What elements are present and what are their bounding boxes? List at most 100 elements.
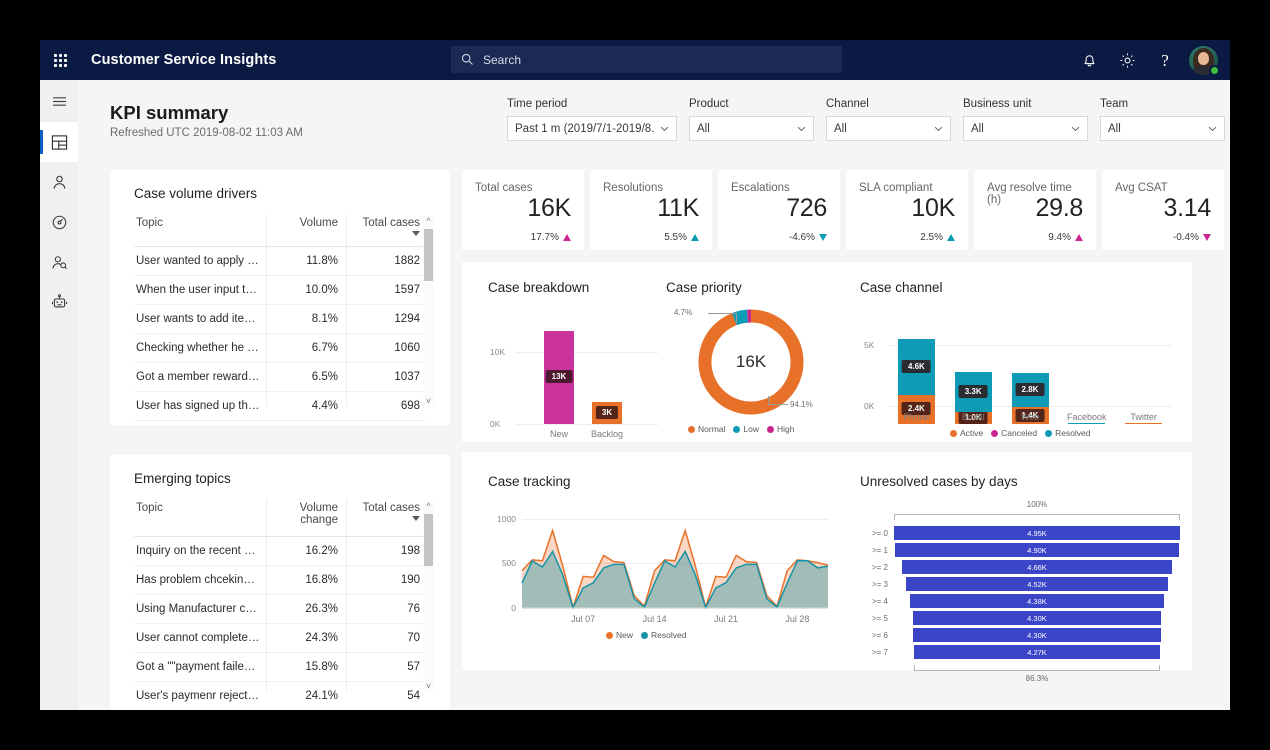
scroll-down-arrow[interactable]: ˅ bbox=[423, 396, 434, 406]
column-header-volume[interactable]: Volume bbox=[266, 214, 344, 247]
funnel-bar[interactable]: 4.52K bbox=[906, 577, 1167, 591]
legend-item[interactable]: Active bbox=[950, 428, 983, 438]
stacked-bar-segment[interactable]: 2.8K bbox=[1012, 373, 1049, 407]
table-header-row: Topic Volume change Total cases bbox=[134, 499, 426, 537]
case-breakdown-chart[interactable]: 0K10K13KNew3KBacklog bbox=[488, 320, 658, 424]
notifications-button[interactable] bbox=[1070, 40, 1108, 80]
bar[interactable]: 3K bbox=[592, 402, 622, 424]
funnel-bar[interactable]: 4.27K bbox=[914, 645, 1161, 659]
table-row[interactable]: When the user input the c...10.0%1597 bbox=[134, 276, 426, 305]
table-row[interactable]: Got a member reward, an...6.5%1037 bbox=[134, 363, 426, 392]
legend-item[interactable]: Resolved bbox=[641, 630, 686, 640]
sidebar-item-agents[interactable] bbox=[40, 162, 78, 202]
stacked-bar-segment[interactable] bbox=[1125, 423, 1162, 424]
charts-row-2-card: Case tracking 05001000Jul 07Jul 14Jul 21… bbox=[462, 452, 1192, 670]
x-axis-tick: Email bbox=[945, 412, 1001, 422]
legend-item[interactable]: New bbox=[606, 630, 633, 640]
legend-swatch bbox=[950, 430, 957, 437]
unresolved-cases-funnel-chart[interactable]: 100%>= 04.95K>= 14.90K>= 24.66K>= 34.52K… bbox=[860, 494, 1180, 660]
kpi-card[interactable]: Total cases16K17.7% bbox=[462, 170, 584, 250]
app-launcher-icon[interactable] bbox=[40, 40, 80, 80]
funnel-bar-value: 4.27K bbox=[1027, 648, 1047, 657]
table-row[interactable]: User wants to add items t...8.1%1294 bbox=[134, 305, 426, 334]
legend-item[interactable]: Normal bbox=[688, 424, 725, 434]
funnel-bar[interactable]: 4.66K bbox=[902, 560, 1171, 574]
case-priority-chart[interactable]: 16K4.7%94.1%NormalLowHigh bbox=[676, 306, 826, 424]
legend-item[interactable]: Resolved bbox=[1045, 428, 1090, 438]
kpi-card[interactable]: Escalations726-4.6% bbox=[718, 170, 840, 250]
table-row[interactable]: Has problem chceking exp...16.8%190 bbox=[134, 566, 426, 595]
filter-channel: Channel All bbox=[826, 98, 951, 141]
product-dropdown[interactable]: All bbox=[689, 116, 814, 141]
stacked-bar-segment[interactable] bbox=[1068, 423, 1105, 424]
bar[interactable]: 13K bbox=[544, 331, 574, 424]
search-input[interactable]: Search bbox=[451, 46, 842, 73]
help-button[interactable]: ? bbox=[1146, 40, 1184, 80]
scroll-down-arrow[interactable]: ˅ bbox=[423, 681, 434, 691]
page-title: KPI summary bbox=[110, 102, 228, 124]
kpi-card[interactable]: Avg resolve time (h)29.89.4% bbox=[974, 170, 1096, 250]
scroll-up-arrow[interactable]: ^ bbox=[423, 216, 434, 226]
table-row[interactable]: Got a ""payment failed"" ...15.8%57 bbox=[134, 653, 426, 682]
column-header-topic[interactable]: Topic bbox=[134, 499, 266, 537]
kpi-card[interactable]: SLA compliant10K2.5% bbox=[846, 170, 968, 250]
scrollbar-thumb[interactable] bbox=[424, 229, 433, 281]
kpi-value: 16K bbox=[527, 194, 571, 223]
business-unit-dropdown[interactable]: All bbox=[963, 116, 1088, 141]
chevron-down-icon bbox=[934, 126, 943, 132]
legend-item[interactable]: Low bbox=[733, 424, 759, 434]
table-row[interactable]: User's paymenr rejected d...24.1%54 bbox=[134, 682, 426, 711]
funnel-bar[interactable]: 4.38K bbox=[910, 594, 1163, 608]
sidebar-item-virtual-agent[interactable] bbox=[40, 282, 78, 322]
time-period-dropdown[interactable]: Past 1 m (2019/7/1-2019/8... bbox=[507, 116, 677, 141]
column-header-topic[interactable]: Topic bbox=[134, 214, 266, 247]
cell-total: 698 bbox=[344, 392, 426, 421]
sidebar-item-dashboard[interactable] bbox=[40, 122, 78, 162]
sidebar-item-agent-insights[interactable] bbox=[40, 242, 78, 282]
left-navigation-rail bbox=[40, 80, 78, 710]
cell-total: 190 bbox=[344, 566, 426, 595]
table-row[interactable]: User wanted to apply pro...11.8%1882 bbox=[134, 247, 426, 276]
stacked-bar-segment[interactable]: 3.3K bbox=[955, 372, 992, 412]
top-navigation-bar: Customer Service Insights Search bbox=[40, 40, 1230, 80]
settings-button[interactable] bbox=[1108, 40, 1146, 80]
cell-total: 70 bbox=[344, 624, 426, 653]
presence-indicator bbox=[1209, 65, 1220, 76]
funnel-bar[interactable]: 4.30K bbox=[913, 628, 1161, 642]
sidebar-item-performance[interactable] bbox=[40, 202, 78, 242]
case-channel-chart[interactable]: 0K5K2.4K4.6KPhone1.0K3.3KEmail1.4K2.8KWe… bbox=[862, 314, 1172, 424]
table-row[interactable]: User cannot complete a p...24.3%70 bbox=[134, 624, 426, 653]
cell-metric: 11.8% bbox=[266, 247, 344, 276]
column-header-total-cases[interactable]: Total cases bbox=[344, 214, 426, 247]
cell-total: 1037 bbox=[344, 363, 426, 392]
funnel-bar[interactable]: 4.90K bbox=[895, 543, 1178, 557]
table-scrollbar[interactable]: ^ ˅ bbox=[423, 216, 434, 406]
stacked-bar-segment[interactable]: 4.6K bbox=[898, 339, 935, 395]
table-row[interactable]: Using Manufacturer coup...26.3%76 bbox=[134, 595, 426, 624]
case-tracking-chart[interactable]: 05001000Jul 07Jul 14Jul 21Jul 28NewResol… bbox=[488, 510, 828, 640]
kpi-label: Avg CSAT bbox=[1115, 182, 1211, 194]
team-dropdown[interactable]: All bbox=[1100, 116, 1225, 141]
cell-metric: 24.1% bbox=[266, 682, 344, 711]
scrollbar-thumb[interactable] bbox=[424, 514, 433, 566]
case-channel-title: Case channel bbox=[860, 280, 943, 295]
channel-dropdown[interactable]: All bbox=[826, 116, 951, 141]
table-scrollbar[interactable]: ^ ˅ bbox=[423, 501, 434, 691]
hamburger-menu-button[interactable] bbox=[40, 80, 78, 122]
table-row[interactable]: Inquiry on the recent deal...16.2%198 bbox=[134, 537, 426, 566]
table-row[interactable]: Checking whether he can r...6.7%1060 bbox=[134, 334, 426, 363]
legend-item[interactable]: High bbox=[767, 424, 794, 434]
charts-row-1-card: Case breakdown 0K10K13KNew3KBacklog Case… bbox=[462, 262, 1192, 442]
table-row[interactable]: User has signed up the ne...4.4%698 bbox=[134, 392, 426, 421]
kpi-card[interactable]: Resolutions11K5.5% bbox=[590, 170, 712, 250]
column-header-total-cases[interactable]: Total cases bbox=[344, 499, 426, 537]
scroll-up-arrow[interactable]: ^ bbox=[423, 501, 434, 511]
kpi-delta-text: 5.5% bbox=[664, 232, 687, 243]
funnel-bar[interactable]: 4.30K bbox=[913, 611, 1161, 625]
user-avatar[interactable] bbox=[1189, 46, 1218, 75]
legend-item[interactable]: Canceled bbox=[991, 428, 1037, 438]
donut-center-label: 16K bbox=[736, 352, 766, 372]
funnel-bar[interactable]: 4.95K bbox=[894, 526, 1180, 540]
kpi-card[interactable]: Avg CSAT3.14-0.4% bbox=[1102, 170, 1224, 250]
column-header-volume-change[interactable]: Volume change bbox=[266, 499, 344, 537]
